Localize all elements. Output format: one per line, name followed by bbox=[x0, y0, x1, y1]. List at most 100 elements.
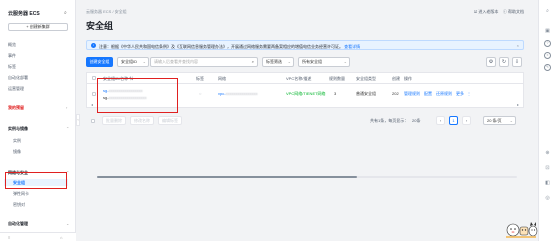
chevron-down-icon: ⌄ bbox=[66, 221, 70, 226]
help-doc-link[interactable]: ⓘ 帮助文档 bbox=[503, 9, 524, 14]
sidebar-item-eni[interactable]: 弹性网卡 bbox=[13, 191, 29, 197]
filter-field-select[interactable]: 安全组ID ⌄ bbox=[117, 57, 149, 67]
column-header-type: 安全组类型 bbox=[356, 76, 376, 81]
search-placeholder: 请输入后查看并查找内容 bbox=[154, 59, 198, 64]
highlight-annotation-table bbox=[97, 78, 178, 113]
page-number[interactable]: 1 bbox=[449, 116, 458, 125]
new-cluster-button[interactable]: + 创建新集群 bbox=[8, 23, 68, 31]
group-type-label: 所有安全组 bbox=[302, 59, 322, 64]
rename-button[interactable]: 修改名称 bbox=[130, 116, 154, 125]
download-icon[interactable]: ⇩ bbox=[512, 57, 522, 67]
sidebar-item-tags[interactable]: 标签 bbox=[8, 64, 16, 70]
sidebar-item-image[interactable]: 镜像 bbox=[13, 149, 21, 155]
sidebar-group-automation[interactable]: 自动化管理 bbox=[8, 221, 28, 227]
page-title: 安全组 bbox=[86, 21, 114, 31]
sidebar-item-ops[interactable]: 运营管理 bbox=[8, 86, 24, 92]
batch-delete-button[interactable]: 批量删除 bbox=[102, 116, 126, 125]
pagination-total: 共有1条，每页显示： bbox=[370, 118, 409, 123]
notice-banner: i 注意：根据《中华人民共和国电信条例》及《互联网信息服务管理办法》，开展通过网… bbox=[86, 40, 524, 50]
sidebar-group-schedule[interactable]: 我的预留 bbox=[8, 105, 24, 111]
scrollbar-thumb[interactable] bbox=[97, 176, 357, 178]
more-link[interactable]: 更多 bbox=[456, 91, 464, 97]
restore-rules-link[interactable]: 还原规则 bbox=[436, 91, 452, 97]
edit-tags-button[interactable]: 编辑标签 bbox=[158, 116, 182, 125]
layout-icon[interactable]: ◧ bbox=[544, 180, 551, 187]
feedback-icon[interactable]: ✎ bbox=[544, 64, 551, 71]
prev-page-icon[interactable]: ‹ bbox=[436, 116, 445, 125]
chevron-up-icon: ⌃ bbox=[66, 126, 70, 131]
manage-rules-link[interactable]: 管理规则 bbox=[404, 91, 420, 97]
scroll-right-arrow-icon[interactable]: ▸ bbox=[517, 102, 519, 107]
tag-filter-label: 标签筛选 bbox=[266, 59, 282, 64]
column-header-rules: 规则数量 bbox=[329, 76, 345, 81]
sidebar-item-events[interactable]: 事件 bbox=[8, 53, 16, 59]
row-network[interactable]: vpc-xxxxxxxxxxxxxxxx bbox=[218, 91, 258, 96]
search-icon[interactable]: ⌕ bbox=[252, 58, 254, 66]
notice-text: 注意：根据《中华人民共和国电信条例》及《互联网信息服务管理办法》，开展通过网络服… bbox=[99, 43, 343, 49]
info-icon: i bbox=[91, 43, 96, 48]
grid-icon[interactable]: ⌗ bbox=[544, 52, 551, 59]
target-icon[interactable]: ◎ bbox=[544, 195, 551, 202]
home-icon[interactable]: ⌂ bbox=[60, 235, 62, 240]
footer-select-all-checkbox[interactable] bbox=[91, 118, 95, 123]
row-checkbox[interactable] bbox=[92, 92, 96, 96]
left-sidebar: 云服务器 ECS ⌕ + 创建新集群 概览 事件 标签 自动化部署 运营管理 我… bbox=[0, 0, 76, 241]
horizontal-scrollbar[interactable] bbox=[97, 176, 517, 178]
row-group-type: 普通安全组 bbox=[356, 91, 376, 96]
search-icon[interactable]: ⌕ bbox=[544, 8, 551, 15]
page-size-select-label: 20 条/页 bbox=[487, 118, 502, 123]
highlight-annotation-sidebar bbox=[5, 172, 67, 189]
search-input[interactable]: 请输入后查看并查找内容 ⌕ bbox=[150, 57, 258, 67]
chevron-down-icon: ⌄ bbox=[287, 59, 291, 64]
sidebar-bottom-bar: ≡ ⌂ bbox=[0, 232, 76, 241]
add-icon[interactable]: ⊕ bbox=[544, 150, 551, 157]
column-header-actions: 操作 bbox=[404, 76, 412, 81]
scroll-left-arrow-icon[interactable]: ◂ bbox=[91, 102, 93, 107]
next-page-icon[interactable]: › bbox=[462, 116, 471, 125]
right-rail: ⌕ ▣ ? ⌗ ✎ ⊕ ⊡ ◧ ◎ bbox=[538, 0, 554, 241]
notice-detail-link[interactable]: 查看详情 bbox=[344, 44, 360, 49]
chevron-icon: › bbox=[66, 105, 68, 110]
menu-icon[interactable]: ≡ bbox=[8, 235, 10, 240]
window-icon[interactable]: ⊡ bbox=[544, 165, 551, 172]
group-type-select[interactable]: 所有安全组 ⌄ bbox=[298, 57, 350, 67]
settings-icon[interactable]: ⚙ bbox=[486, 57, 496, 67]
page-size-select[interactable]: 20 条/页 ⌄ bbox=[483, 116, 516, 125]
row-vpc-name: VPC网络/TIENET网络 bbox=[286, 91, 326, 96]
close-icon[interactable]: × bbox=[517, 43, 519, 48]
breadcrumb[interactable]: 云服务器 ECS / 安全组 bbox=[86, 9, 127, 15]
tag-filter-select[interactable]: 标签筛选 ⌄ bbox=[262, 57, 294, 67]
filter-field-label: 安全组ID bbox=[121, 59, 137, 64]
main-content: 云服务器 ECS / 安全组 安全组 ☑ 进入老版本 ⓘ 帮助文档 i 注意：根… bbox=[82, 0, 530, 241]
chevron-down-icon: ⌄ bbox=[343, 59, 347, 64]
toolbar: 创建安全组 安全组ID ⌄ 请输入后查看并查找内容 ⌕ 标签筛选 ⌄ 所有安全组… bbox=[86, 57, 524, 67]
old-version-link[interactable]: ☑ 进入老版本 bbox=[474, 9, 499, 14]
sidebar-item-overview[interactable]: 概览 bbox=[8, 42, 16, 48]
row-rule-count: 3 bbox=[334, 91, 337, 96]
screen-icon[interactable]: ▣ bbox=[544, 28, 551, 35]
sidebar-search-icon[interactable]: ⌕ bbox=[64, 10, 67, 16]
page-size-label: 20条 bbox=[412, 118, 421, 123]
header-links: ☑ 进入老版本 ⓘ 帮助文档 bbox=[474, 9, 524, 15]
sidebar-item-keypair[interactable]: 密钥对 bbox=[13, 202, 25, 208]
more-menu-icon[interactable]: ⋮ bbox=[467, 91, 471, 96]
clone-link[interactable]: 配置 bbox=[424, 91, 432, 97]
select-all-checkbox[interactable] bbox=[92, 76, 96, 80]
column-header-created: 创建 bbox=[392, 76, 400, 81]
create-security-group-button[interactable]: 创建安全组 bbox=[86, 57, 113, 67]
sidebar-item-instance[interactable]: 实例 bbox=[13, 138, 21, 144]
help-icon[interactable]: ? bbox=[544, 40, 551, 47]
table-footer: 批量删除 修改名称 编辑标签 共有1条，每页显示： 20条 ‹ 1 › 20 条… bbox=[86, 116, 524, 126]
sidebar-title: 云服务器 ECS bbox=[8, 11, 40, 17]
tag-icon[interactable]: ◌ bbox=[199, 91, 201, 96]
chevron-down-icon: ⌄ bbox=[509, 118, 513, 123]
column-header-network: 网络 bbox=[218, 76, 226, 81]
refresh-icon[interactable]: ↻ bbox=[499, 57, 509, 67]
chevron-down-icon: ⌄ bbox=[142, 59, 146, 64]
sidebar-collapse-handle[interactable]: ‹ bbox=[76, 114, 80, 126]
row-created-time: 202 bbox=[392, 91, 399, 96]
mascot-illustration bbox=[506, 222, 538, 238]
sidebar-group-instances[interactable]: 实例与镜像 bbox=[8, 126, 28, 132]
sidebar-item-auto-deploy[interactable]: 自动化部署 bbox=[8, 75, 28, 81]
column-header-tag: 标签 bbox=[196, 76, 204, 81]
